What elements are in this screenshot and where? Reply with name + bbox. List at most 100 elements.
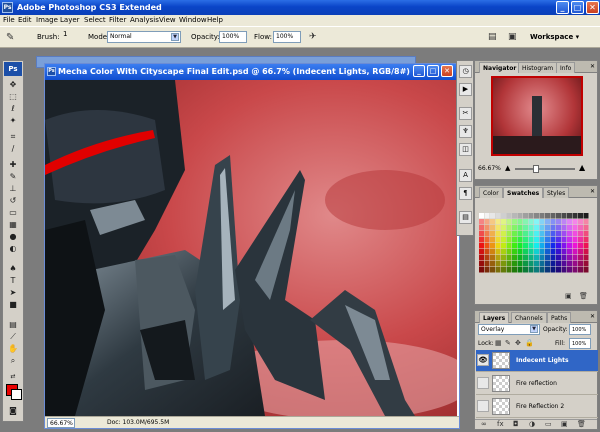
swatch[interactable] xyxy=(501,213,506,219)
background-color-swatch[interactable] xyxy=(11,389,22,400)
swatch[interactable] xyxy=(545,237,550,243)
swatch[interactable] xyxy=(583,267,589,273)
swatch[interactable] xyxy=(539,213,545,219)
brush-tool-icon[interactable]: ✎ xyxy=(8,172,18,181)
tool-presets-icon[interactable]: ✂ xyxy=(459,107,472,120)
swatch[interactable] xyxy=(501,225,506,231)
swatch[interactable] xyxy=(501,267,506,273)
zoom-out-icon[interactable]: ▲ xyxy=(505,164,510,172)
swatch[interactable] xyxy=(539,237,545,243)
swatch[interactable] xyxy=(484,249,490,255)
swatch[interactable] xyxy=(567,219,572,225)
swatch[interactable] xyxy=(545,231,550,237)
new-swatch-icon[interactable]: ▣ xyxy=(565,292,572,300)
swatch[interactable] xyxy=(490,243,495,249)
swatch[interactable] xyxy=(512,267,517,273)
clone-source-icon[interactable]: ◫ xyxy=(459,143,472,156)
menu-edit[interactable]: Edit xyxy=(18,15,32,26)
swatch[interactable] xyxy=(572,213,578,219)
swatch[interactable] xyxy=(512,225,517,231)
swatch[interactable] xyxy=(567,267,572,273)
swatch[interactable] xyxy=(523,213,528,219)
swatch[interactable] xyxy=(490,267,495,273)
swatch[interactable] xyxy=(512,231,517,237)
swatch[interactable] xyxy=(490,255,495,261)
swatch[interactable] xyxy=(517,219,523,225)
swatch[interactable] xyxy=(556,219,561,225)
lasso-tool-icon[interactable]: ℓ xyxy=(8,104,18,113)
swatch[interactable] xyxy=(561,231,567,237)
swatch[interactable] xyxy=(501,243,506,249)
tab-color[interactable]: Color xyxy=(479,187,503,198)
gradient-tool-icon[interactable]: ▦ xyxy=(8,220,18,229)
menu-image[interactable]: Image xyxy=(36,15,58,26)
swatch[interactable] xyxy=(572,219,578,225)
swatch[interactable] xyxy=(534,267,539,273)
zoom-in-icon[interactable]: ▲ xyxy=(579,163,585,172)
swatch[interactable] xyxy=(583,255,589,261)
menu-file[interactable]: File xyxy=(3,15,15,26)
panel-close-icon[interactable]: ✕ xyxy=(590,188,595,195)
layer-comps-icon[interactable]: ▤ xyxy=(459,211,472,224)
marquee-tool-icon[interactable]: ⬚ xyxy=(8,92,18,101)
swatch[interactable] xyxy=(495,267,501,273)
swatch[interactable] xyxy=(517,267,523,273)
swatch[interactable] xyxy=(534,261,539,267)
swatch[interactable] xyxy=(578,249,583,255)
fill-field[interactable]: 100% xyxy=(569,338,591,349)
lock-transparency-icon[interactable]: ▦ xyxy=(495,339,502,347)
swatch[interactable] xyxy=(583,249,589,255)
swatch[interactable] xyxy=(495,255,501,261)
swatch[interactable] xyxy=(512,243,517,249)
swatch[interactable] xyxy=(567,237,572,243)
swatch[interactable] xyxy=(501,237,506,243)
swatch[interactable] xyxy=(512,237,517,243)
swatch[interactable] xyxy=(567,225,572,231)
link-layers-icon[interactable]: ∞ xyxy=(481,420,487,428)
lock-position-icon[interactable]: ✥ xyxy=(515,339,521,347)
swatch[interactable] xyxy=(561,267,567,273)
swatch[interactable] xyxy=(572,237,578,243)
healing-brush-icon[interactable]: ✚ xyxy=(8,160,18,169)
swatch[interactable] xyxy=(523,261,528,267)
swatch[interactable] xyxy=(528,267,534,273)
layer-style-icon[interactable]: fx xyxy=(497,420,504,428)
swatch[interactable] xyxy=(506,231,512,237)
swatch[interactable] xyxy=(479,237,484,243)
blend-mode-select[interactable]: Overlay ▼ xyxy=(478,324,540,335)
swatch[interactable] xyxy=(528,213,534,219)
adjustment-layer-icon[interactable]: ◑ xyxy=(529,420,535,428)
swatch[interactable] xyxy=(506,243,512,249)
close-button[interactable]: ✕ xyxy=(586,1,599,14)
swatch[interactable] xyxy=(506,261,512,267)
swatch[interactable] xyxy=(545,243,550,249)
tab-paths[interactable]: Paths xyxy=(547,312,572,323)
brushes-panel-icon[interactable]: ♆ xyxy=(459,125,472,138)
brush-size[interactable]: 1 xyxy=(63,30,67,38)
menu-select[interactable]: Select xyxy=(84,15,106,26)
swatch[interactable] xyxy=(583,261,589,267)
swatch[interactable] xyxy=(523,225,528,231)
swatch[interactable] xyxy=(539,225,545,231)
swatch[interactable] xyxy=(583,225,589,231)
swatch[interactable] xyxy=(539,255,545,261)
swatch[interactable] xyxy=(583,231,589,237)
layer-opacity-field[interactable]: 100% xyxy=(569,324,591,335)
swatch[interactable] xyxy=(506,267,512,273)
swatch[interactable] xyxy=(479,219,484,225)
swatch[interactable] xyxy=(583,243,589,249)
swatch[interactable] xyxy=(550,261,556,267)
swatch[interactable] xyxy=(550,225,556,231)
swatch[interactable] xyxy=(479,267,484,273)
swatch[interactable] xyxy=(501,255,506,261)
swatch[interactable] xyxy=(506,255,512,261)
swatch[interactable] xyxy=(523,267,528,273)
swatch[interactable] xyxy=(517,213,523,219)
swatch[interactable] xyxy=(572,243,578,249)
quick-mask-icon[interactable]: ◙ xyxy=(8,406,18,415)
tab-channels[interactable]: Channels xyxy=(511,312,547,323)
swatch[interactable] xyxy=(495,261,501,267)
swatch[interactable] xyxy=(561,255,567,261)
swatch[interactable] xyxy=(479,225,484,231)
swatch[interactable] xyxy=(528,243,534,249)
